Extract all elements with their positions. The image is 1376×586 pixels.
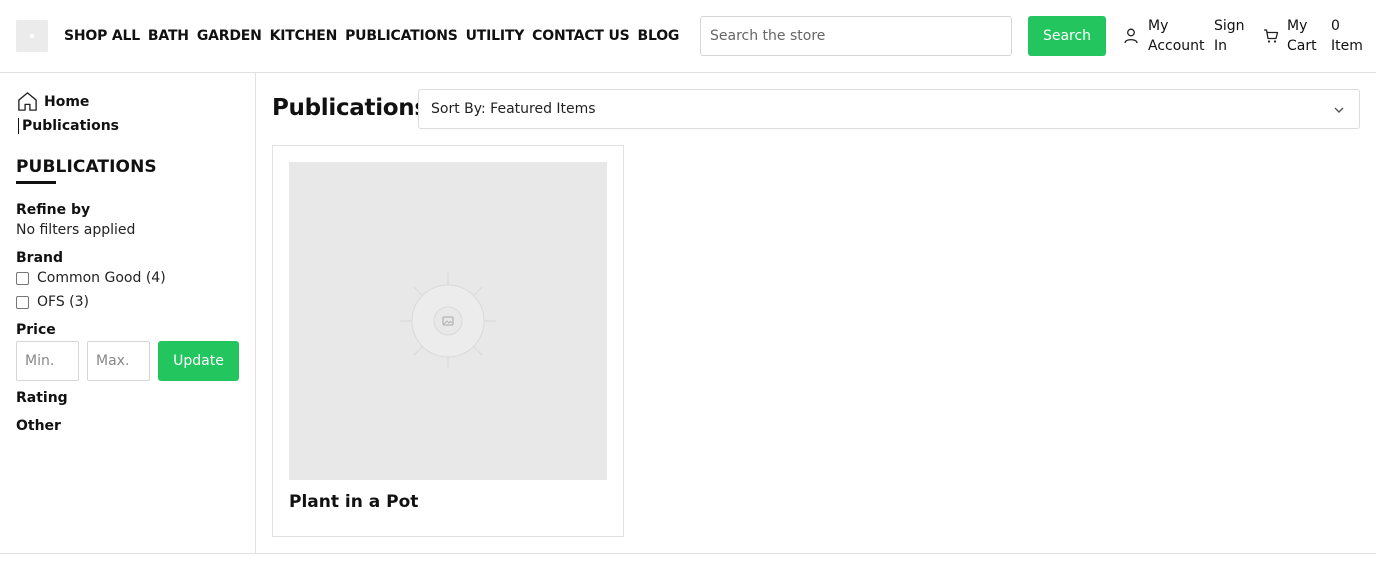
nav-publications[interactable]: PUBLICATIONS	[345, 27, 458, 45]
title-underline	[16, 181, 56, 184]
user-icon[interactable]	[1124, 28, 1138, 44]
brand-option-label: Common Good (4)	[37, 270, 166, 286]
nav-garden[interactable]: GARDEN	[197, 27, 262, 45]
brand-label: Brand	[16, 250, 64, 266]
price-min-input[interactable]	[16, 341, 79, 381]
breadcrumb: Home	[16, 90, 89, 113]
brand-option-label: OFS (3)	[37, 294, 89, 310]
cart-icon[interactable]	[1263, 28, 1279, 44]
product-card[interactable]: Plant in a Pot	[272, 145, 624, 537]
nav-blog[interactable]: BLOG	[638, 27, 680, 45]
sidebar-title: PUBLICATIONS	[16, 157, 157, 177]
nav-utility[interactable]: UTILITY	[466, 27, 525, 45]
price-label: Price	[16, 322, 56, 338]
chevron-down-icon	[1334, 107, 1344, 113]
nav-contact-us[interactable]: CONTACT US	[532, 27, 630, 45]
product-name[interactable]: Plant in a Pot	[289, 492, 418, 512]
breadcrumb-home[interactable]: Home	[44, 94, 89, 110]
nav-bath[interactable]: BATH	[148, 27, 189, 45]
my-account-link[interactable]: My Account	[1148, 16, 1205, 56]
checkbox[interactable]	[16, 271, 29, 285]
footer-divider	[0, 553, 1376, 554]
home-icon[interactable]	[16, 90, 39, 113]
rating-label[interactable]: Rating	[16, 390, 68, 406]
refine-label: Refine by	[16, 202, 91, 218]
store-logo[interactable]	[16, 20, 48, 52]
sign-in-link[interactable]: Sign In	[1214, 16, 1245, 56]
product-image[interactable]	[289, 162, 607, 480]
my-cart-link[interactable]: My Cart	[1287, 16, 1317, 56]
other-label[interactable]: Other	[16, 418, 61, 434]
nav-kitchen[interactable]: KITCHEN	[270, 27, 338, 45]
image-placeholder-icon	[400, 272, 496, 368]
search-input[interactable]	[700, 16, 1012, 56]
checkbox[interactable]	[16, 295, 29, 309]
sidebar: Home Publications PUBLICATIONS Refine by…	[0, 73, 256, 554]
brand-filter-common-good[interactable]: Common Good (4)	[16, 270, 166, 286]
price-update-button[interactable]: Update	[158, 341, 239, 381]
refine-status: No filters applied	[16, 222, 136, 238]
cart-item-count[interactable]: 0 Item	[1331, 16, 1363, 56]
brand-filter-ofs[interactable]: OFS (3)	[16, 294, 89, 310]
sort-value: Sort By: Featured Items	[431, 101, 596, 117]
sort-select[interactable]: Sort By: Featured Items	[418, 89, 1360, 129]
page-title: Publications	[272, 95, 428, 121]
main-nav: SHOP ALL BATH GARDEN KITCHEN PUBLICATION…	[64, 27, 679, 45]
search-button[interactable]: Search	[1028, 16, 1106, 56]
price-max-input[interactable]	[87, 341, 150, 381]
site-header: SHOP ALL BATH GARDEN KITCHEN PUBLICATION…	[0, 0, 1376, 73]
breadcrumb-current: Publications	[18, 118, 119, 134]
nav-shop-all[interactable]: SHOP ALL	[64, 27, 140, 45]
